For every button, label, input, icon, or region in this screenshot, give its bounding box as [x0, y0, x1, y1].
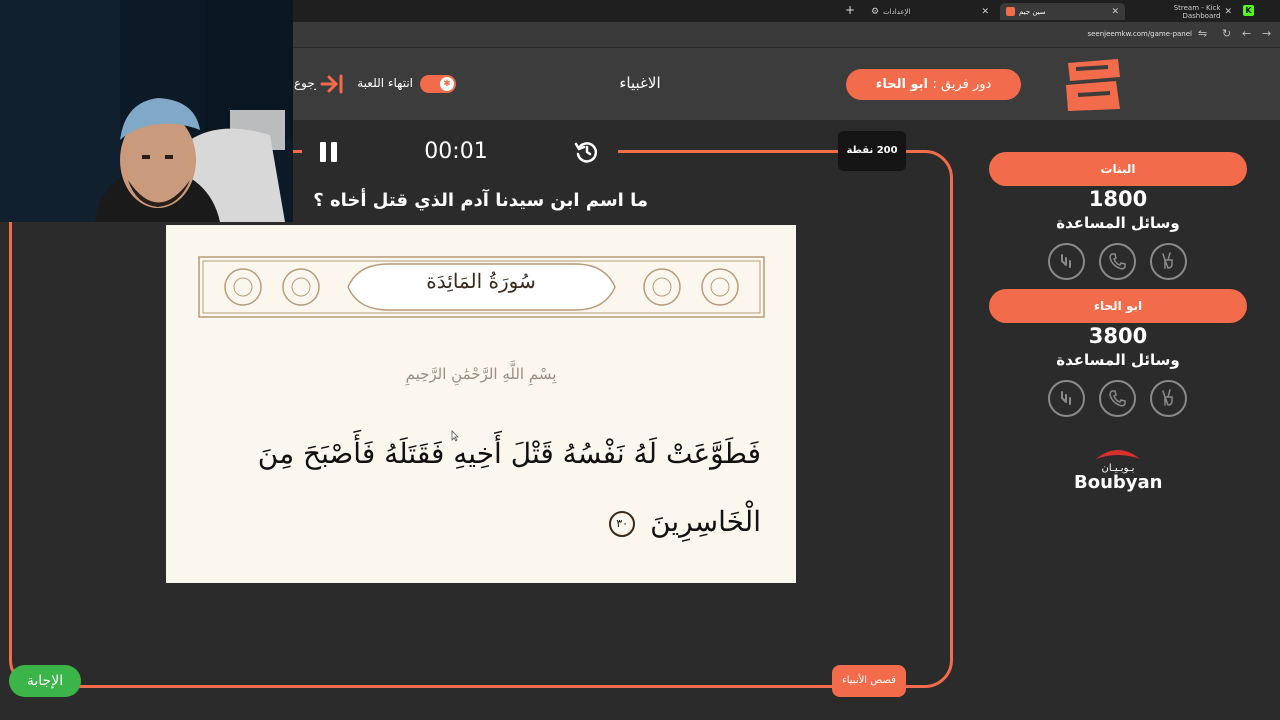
tab-app[interactable]: ✕ سين جيم [1000, 3, 1125, 20]
end-game-label: انتهاء اللعبة [357, 76, 413, 90]
team-1-name: البنات [989, 152, 1247, 186]
back-icon[interactable]: ← [1242, 28, 1251, 40]
sponsor-name: Boubyan [1074, 472, 1163, 493]
close-icon[interactable]: ✕ [981, 7, 989, 17]
rest-icon[interactable] [1150, 380, 1187, 417]
current-team-name: الاغبياء [619, 74, 661, 92]
screen: ✕ Stream - Kick Dashboard ✕ سين جيم ✕ ال… [0, 0, 1280, 720]
tab-kick-dashboard[interactable]: ✕ Stream - Kick Dashboard [1128, 3, 1238, 20]
close-icon[interactable]: ✕ [1111, 7, 1119, 17]
rest-icon[interactable] [1150, 243, 1187, 280]
exit-icon[interactable] [320, 73, 346, 95]
call-icon[interactable] [1099, 243, 1136, 280]
timer: 00:01 [424, 139, 488, 164]
question-image: سُورَةُ المَائِدَة بِسْمِ اللَّهِ الرَّح… [166, 225, 796, 583]
team-2-helpers-title: وسائل المساعدة [1056, 351, 1180, 369]
verse-line-1: فَطَوَّعَتْ لَهُ نَفْسُهُ قَتْلَ أَخِيهِ… [257, 437, 761, 470]
team-1-score: 1800 [1088, 187, 1148, 211]
end-game-toggle[interactable]: ✱ [420, 75, 456, 93]
forward-icon[interactable]: → [1262, 28, 1271, 40]
bismillah: بِسْمِ اللَّهِ الرَّحْمَٰنِ الرَّحِيمِ [405, 365, 557, 383]
toggle-knob-icon: ✱ [440, 77, 454, 91]
tab-settings[interactable]: ✕ الإعدادات ⚙ [865, 3, 995, 20]
new-tab-icon[interactable]: + [845, 3, 855, 17]
team-2-score: 3800 [1088, 324, 1148, 348]
verse-line-2: الْخَاسِرِينَ ٣٠ [446, 505, 761, 538]
surah-title: سُورَةُ المَائِدَة [426, 269, 536, 293]
kick-extension-icon[interactable]: K [1243, 5, 1254, 16]
logo [1066, 59, 1120, 111]
category-tag: قصص الأنبياء [832, 665, 906, 697]
call-icon[interactable] [1099, 380, 1136, 417]
turn-indicator: دور فريق : ابو الحاء [846, 69, 1021, 100]
close-icon[interactable]: ✕ [1224, 7, 1232, 17]
app-icon [1006, 7, 1015, 16]
answer-button[interactable]: الإجابة [9, 665, 81, 697]
team-2-name: ابو الحاء [989, 289, 1247, 323]
back-button[interactable]: الرجوع [294, 76, 316, 90]
reset-timer-icon[interactable] [574, 139, 600, 165]
gear-icon: ⚙ [871, 6, 880, 17]
mouse-cursor-icon [451, 430, 459, 442]
question-text: ما اسم ابن سيدنا آدم الذي قتل أخاه ؟ [313, 190, 648, 211]
two-answers-icon[interactable] [1048, 380, 1085, 417]
ayah-number: ٣٠ [609, 510, 636, 537]
pause-icon[interactable] [320, 142, 338, 162]
team-1-helpers-title: وسائل المساعدة [1056, 214, 1180, 232]
webcam-feed [0, 0, 293, 222]
points-badge: 200 نقطة [838, 131, 906, 171]
two-answers-icon[interactable] [1048, 243, 1085, 280]
url-field[interactable]: seenjeemkw.com/game-panel [1000, 30, 1192, 38]
share-icon[interactable]: ⇋ [1198, 28, 1207, 40]
reload-icon[interactable]: ↻ [1222, 28, 1231, 40]
